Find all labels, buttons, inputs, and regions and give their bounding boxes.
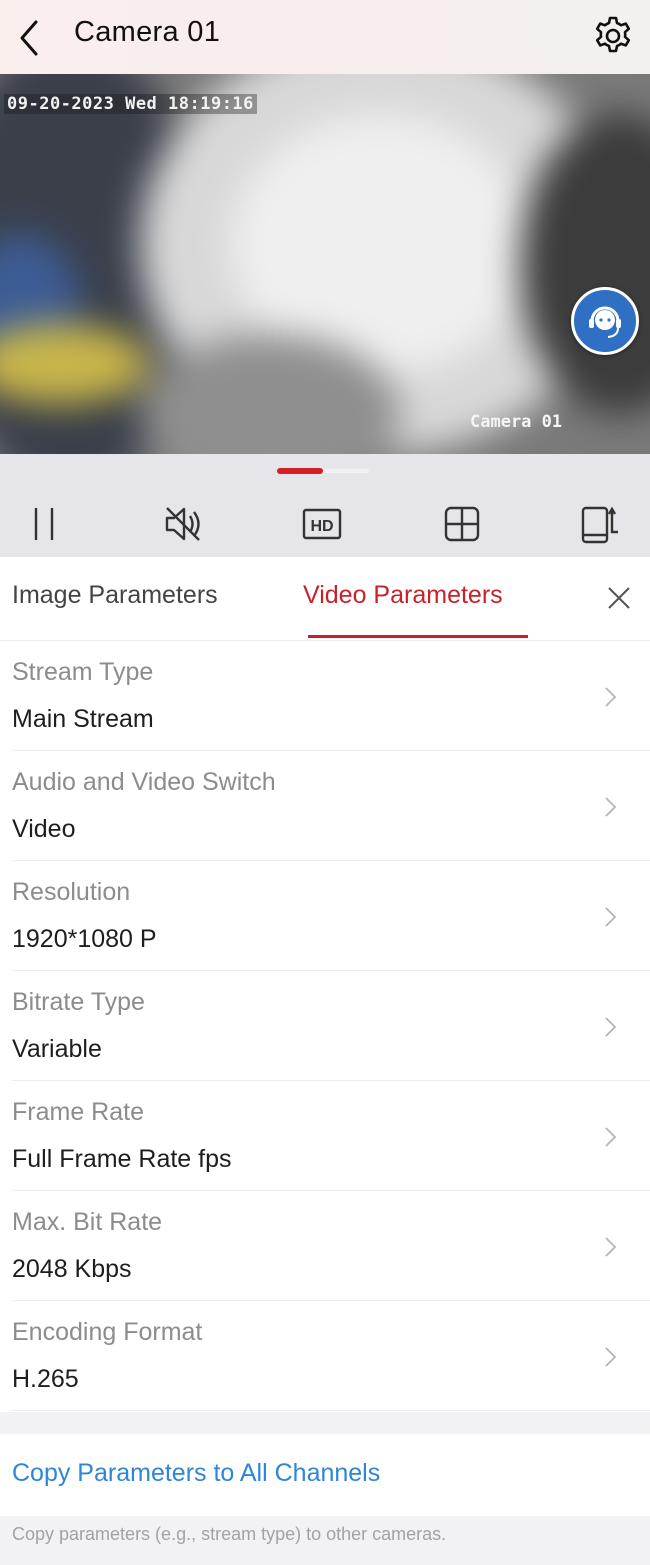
param-value: Main Stream — [12, 705, 154, 733]
pause-button[interactable] — [22, 502, 66, 546]
top-bar: Camera 01 — [0, 0, 650, 74]
chevron-right-icon — [605, 797, 617, 817]
hd-icon-label: HD — [310, 518, 333, 535]
parameter-list: Stream Type Main Stream Audio and Video … — [0, 641, 650, 1411]
param-row-bitrate-type[interactable]: Bitrate Type Variable — [0, 971, 650, 1081]
support-button[interactable] — [571, 287, 639, 355]
param-value: 2048 Kbps — [12, 1255, 132, 1283]
gear-icon — [595, 16, 631, 53]
param-label: Max. Bit Rate — [12, 1208, 163, 1236]
close-button[interactable] — [600, 579, 638, 617]
copy-hint-text: Copy parameters (e.g., stream type) to o… — [12, 1524, 447, 1544]
active-tab-indicator — [308, 635, 528, 638]
hd-icon: HD — [302, 508, 342, 540]
param-value: Variable — [12, 1035, 102, 1063]
param-value: Video — [12, 815, 76, 843]
osd-camera-name: Camera 01 — [470, 412, 563, 432]
playback-controls: HD — [0, 454, 650, 557]
speaker-muted-icon — [165, 507, 200, 541]
page-indicator-inactive — [323, 469, 369, 473]
layout-button[interactable] — [440, 502, 484, 546]
param-value: Full Frame Rate fps — [12, 1145, 232, 1173]
copy-to-all-channels-link[interactable]: Copy Parameters to All Channels — [12, 1459, 380, 1488]
osd-timestamp: 09-20-2023 Wed 18:19:16 — [4, 94, 257, 114]
page-title: Camera 01 — [74, 16, 221, 48]
chevron-left-icon — [20, 20, 38, 56]
page-indicator — [277, 468, 369, 474]
tab-video-parameters[interactable]: Video Parameters — [303, 581, 503, 610]
param-row-audio-video-switch[interactable]: Audio and Video Switch Video — [0, 751, 650, 861]
video-frame — [0, 74, 650, 454]
chevron-right-icon — [605, 1017, 617, 1037]
param-label: Encoding Format — [12, 1318, 203, 1346]
chevron-right-icon — [605, 907, 617, 927]
param-label: Frame Rate — [12, 1098, 144, 1126]
headset-support-icon — [589, 306, 621, 338]
mute-button[interactable] — [161, 502, 205, 546]
param-label: Stream Type — [12, 658, 154, 686]
grid-icon — [444, 506, 480, 542]
close-icon — [608, 587, 630, 609]
copy-to-all-channels-row[interactable]: Copy Parameters to All Channels — [0, 1434, 650, 1516]
hd-quality-button[interactable]: HD — [300, 502, 344, 546]
param-row-resolution[interactable]: Resolution 1920*1080 P — [0, 861, 650, 971]
settings-button[interactable] — [592, 15, 634, 57]
chevron-right-icon — [605, 687, 617, 707]
section-divider — [0, 1412, 650, 1434]
param-label: Bitrate Type — [12, 988, 145, 1016]
chevron-right-icon — [605, 1127, 617, 1147]
video-player[interactable]: 09-20-2023 Wed 18:19:16 Camera 01 — [0, 74, 650, 454]
rotate-button[interactable] — [579, 502, 623, 546]
tab-image-parameters[interactable]: Image Parameters — [12, 581, 218, 610]
param-row-encoding-format[interactable]: Encoding Format H.265 — [0, 1301, 650, 1411]
footer-hint: Copy parameters (e.g., stream type) to o… — [0, 1516, 650, 1565]
param-label: Audio and Video Switch — [12, 768, 276, 796]
chevron-right-icon — [605, 1347, 617, 1367]
param-row-max-bit-rate[interactable]: Max. Bit Rate 2048 Kbps — [0, 1191, 650, 1301]
param-value: 1920*1080 P — [12, 925, 157, 953]
param-row-frame-rate[interactable]: Frame Rate Full Frame Rate fps — [0, 1081, 650, 1191]
pause-icon — [34, 508, 54, 540]
param-row-stream-type[interactable]: Stream Type Main Stream — [0, 641, 650, 751]
param-value: H.265 — [12, 1365, 79, 1393]
phone-rotate-icon — [581, 506, 618, 544]
page-indicator-active — [277, 468, 323, 474]
parameter-tabs: Image Parameters Video Parameters — [0, 557, 650, 641]
back-button[interactable] — [14, 18, 46, 58]
chevron-right-icon — [605, 1237, 617, 1257]
param-label: Resolution — [12, 878, 131, 906]
